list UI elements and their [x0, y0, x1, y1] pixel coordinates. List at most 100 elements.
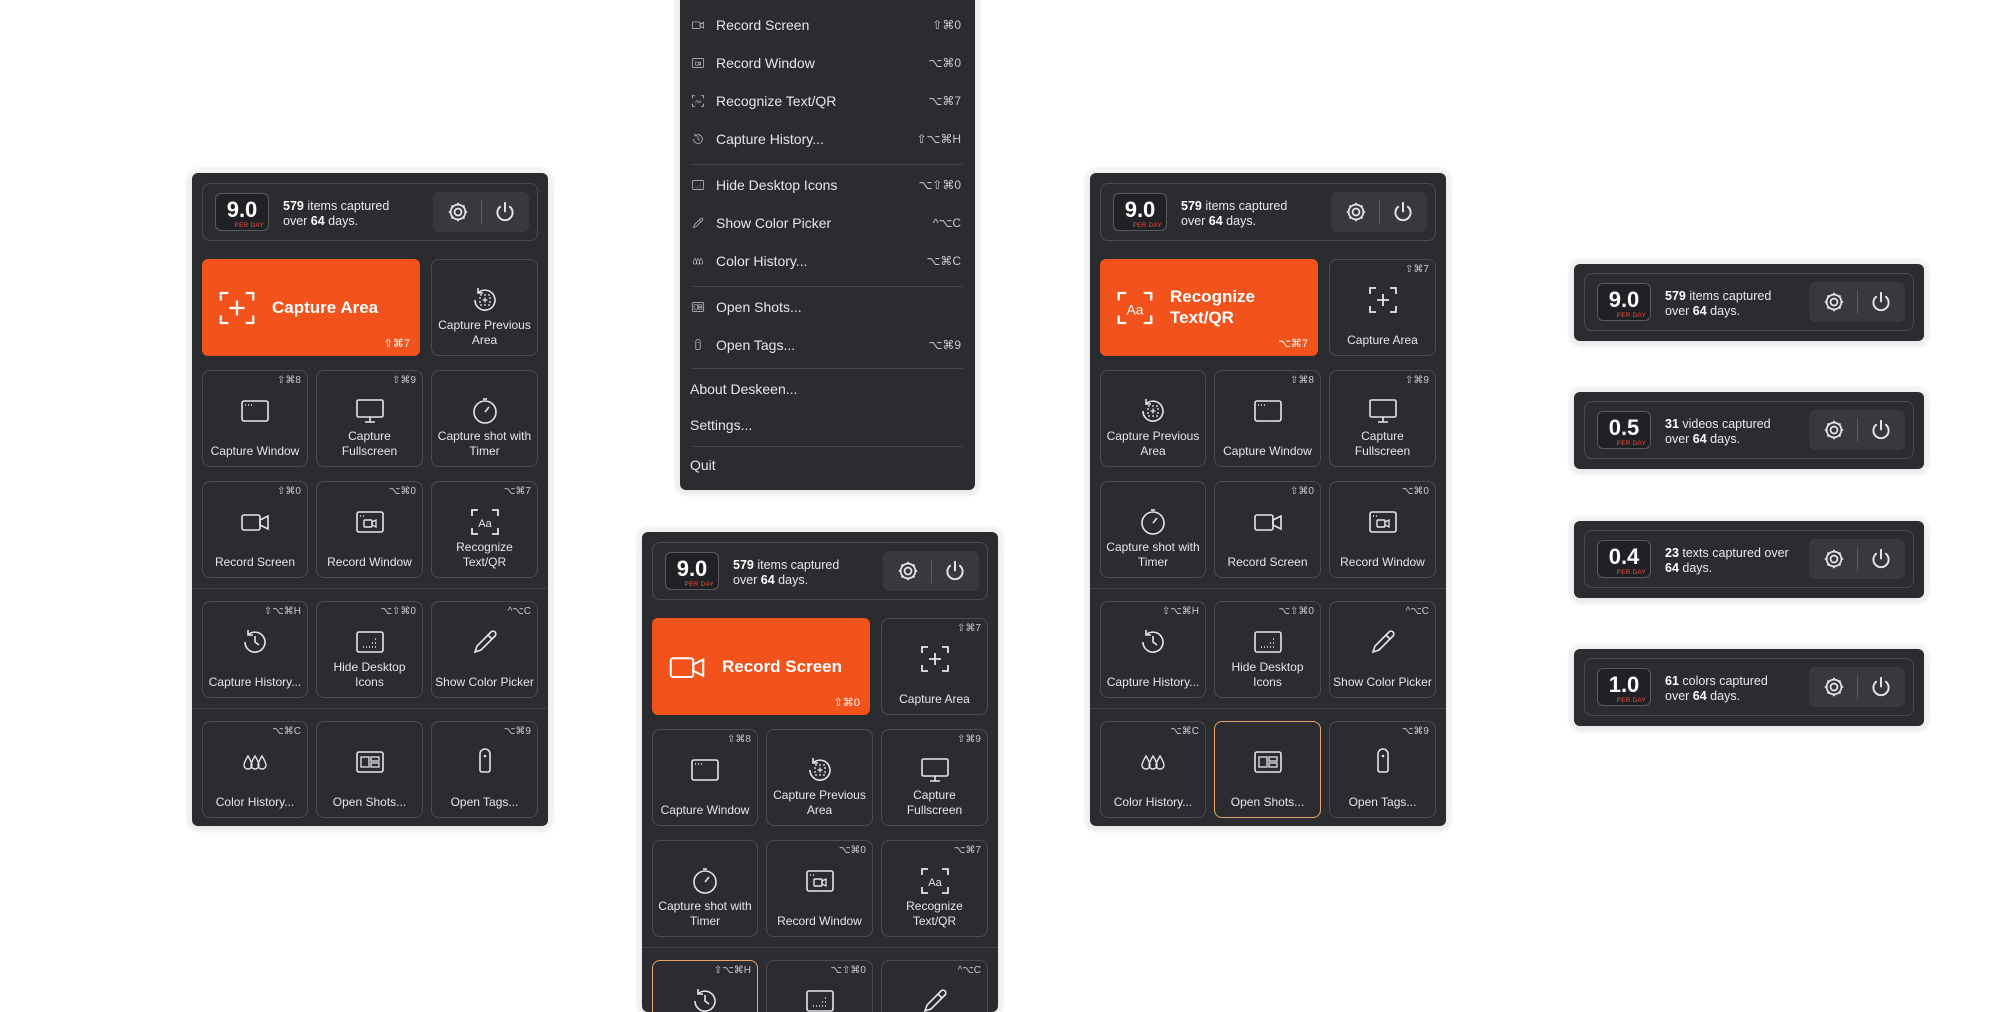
capture-previous-area-button[interactable]: Capture Previous Area: [766, 729, 873, 826]
header-buttons: [1809, 282, 1905, 322]
show-color-picker-button[interactable]: ^⌥C Show Color Picker: [1329, 601, 1436, 698]
capture-timer-button[interactable]: Capture shot with Timer: [1100, 481, 1206, 578]
power-icon[interactable]: [1868, 674, 1894, 700]
capture-fullscreen-button[interactable]: ⇧⌘9 Capture Fullscreen: [1329, 370, 1436, 467]
menu-item-hide-desktop-icons[interactable]: Hide Desktop Icons ⌥⇧⌘0: [690, 174, 965, 198]
power-icon[interactable]: [492, 199, 518, 225]
tile-label: Capture Area: [899, 692, 970, 706]
menu-item-recognize-text[interactable]: Recognize Text/QR ⌥⌘7: [690, 90, 965, 114]
capture-timer-button[interactable]: Capture shot with Timer: [431, 370, 538, 467]
capture-fullscreen-button[interactable]: ⇧⌘9 Capture Fullscreen: [881, 729, 988, 826]
rate-box: 0.5 PER DAY: [1597, 411, 1651, 449]
record-window-button[interactable]: ⌥⌘0 Record Window: [766, 840, 873, 937]
menu-item-quit[interactable]: Quit: [690, 454, 965, 478]
menu-item-record-screen[interactable]: Record Screen ⇧⌘0: [690, 14, 965, 38]
capture-fullscreen-button[interactable]: ⇧⌘9 Capture Fullscreen: [316, 370, 423, 467]
capture-window-button[interactable]: ⇧⌘8 Capture Window: [202, 370, 308, 467]
tag-icon: [1367, 746, 1399, 778]
color-history-button[interactable]: ⌥⌘C Color History...: [202, 721, 308, 818]
record-screen-shortcut: ⇧⌘0: [833, 697, 860, 709]
tile-label: Capture Window: [1223, 444, 1312, 458]
menu-item-capture-history[interactable]: Capture History... ⇧⌥⌘H: [690, 128, 965, 152]
record-screen-button[interactable]: ⇧⌘0 Record Screen: [1214, 481, 1321, 578]
tile-label: Capture Window: [660, 803, 750, 817]
eyedropper-icon: [690, 216, 706, 230]
history-icon: [1137, 626, 1169, 658]
stats-text: 23 texts captured over 64 days.: [1665, 546, 1789, 575]
capture-area-button[interactable]: Capture Area ⇧⌘7: [202, 259, 420, 356]
recognize-text-button[interactable]: Recognize Text/QR ⌥⌘7: [1100, 259, 1318, 356]
video-camera-icon: [1252, 506, 1284, 538]
capture-window-button[interactable]: ⇧⌘8 Capture Window: [1214, 370, 1321, 467]
show-color-picker-button[interactable]: ^⌥C Show Color Picker: [431, 601, 538, 698]
gear-icon[interactable]: [1821, 674, 1847, 700]
stats-header: 9.0 PER DAY 579 items captured over 64 da…: [202, 183, 538, 241]
stat-strip-items: 9.0 PER DAY 579 items captured over 64 day…: [1574, 264, 1924, 341]
gear-icon[interactable]: [1343, 199, 1369, 225]
menu-item-show-color-picker[interactable]: Show Color Picker ^⌥C: [690, 212, 965, 236]
power-icon[interactable]: [1868, 417, 1894, 443]
menu-item-about[interactable]: About Deskeen...: [690, 378, 965, 402]
capture-area-button[interactable]: ⇧⌘7 Capture Area: [1329, 259, 1436, 356]
gear-icon[interactable]: [445, 199, 471, 225]
capture-area-button[interactable]: ⇧⌘7 Capture Area: [881, 618, 988, 715]
record-window-icon: [1367, 506, 1399, 538]
capture-history-button[interactable]: ⇧⌥⌘H Capture History...: [1100, 601, 1206, 698]
capture-history-button[interactable]: ⇧⌥⌘H Capture History...: [202, 601, 308, 698]
tile-label: Hide Desktop Icons: [1231, 660, 1304, 689]
desktop-icon: [690, 178, 706, 192]
capture-previous-area-button[interactable]: Capture Previous Area: [1100, 370, 1206, 467]
menu-item-open-tags[interactable]: Open Tags... ⌥⌘9: [690, 334, 965, 358]
menu-item-settings[interactable]: Settings...: [690, 414, 965, 438]
open-shots-button[interactable]: Open Shots...: [1214, 721, 1321, 818]
tag-icon: [690, 338, 706, 352]
record-window-icon: [354, 506, 386, 538]
tile-label: Record Window: [777, 914, 862, 928]
gear-icon[interactable]: [895, 558, 921, 584]
hide-desktop-icons-button[interactable]: ⌥⇧⌘0 Hide Desktop Icons: [1214, 601, 1321, 698]
tile-label: Capture Fullscreen: [341, 429, 398, 458]
hide-desktop-icons-button[interactable]: ⌥⇧⌘0 Hide Desktop Icons: [316, 601, 423, 698]
open-tags-button[interactable]: ⌥⌘9 Open Tags...: [1329, 721, 1436, 818]
tile-label: Record Screen: [214, 555, 296, 569]
stats-header: 1.0 PER DAY 61 colors captured over 64 day…: [1584, 658, 1914, 716]
menu-item-record-window[interactable]: Record Window ⌥⌘0: [690, 52, 965, 76]
record-screen-button[interactable]: ⇧⌘0 Record Screen: [202, 481, 308, 578]
capture-history-button[interactable]: ⇧⌥⌘H: [652, 960, 758, 1012]
tile-label: Capture Previous Area: [1106, 429, 1200, 458]
text-recognition-icon: [919, 865, 951, 897]
power-icon[interactable]: [1868, 289, 1894, 315]
stats-header: 9.0 PER DAY 579 items captured over 64 day…: [1584, 273, 1914, 331]
rate-box: 0.4 PER DAY: [1597, 540, 1651, 578]
desktop-icon: [1252, 626, 1284, 658]
capture-previous-area-icon: [804, 754, 836, 786]
recognize-text-button[interactable]: ⌥⌘7 Recognize Text/QR: [881, 840, 988, 937]
power-icon[interactable]: [1390, 199, 1416, 225]
record-screen-button[interactable]: Record Screen ⇧⌘0: [652, 618, 870, 715]
color-history-button[interactable]: ⌥⌘C Color History...: [1100, 721, 1206, 818]
recognize-text-button[interactable]: ⌥⌘7 Recognize Text/QR: [431, 481, 538, 578]
tile-label: Capture History...: [208, 675, 302, 689]
gear-icon[interactable]: [1821, 289, 1847, 315]
record-window-button[interactable]: ⌥⌘0 Record Window: [316, 481, 423, 578]
rate-value: 9.0: [1124, 197, 1156, 222]
tile-label: Capture History...: [1106, 675, 1200, 689]
show-color-picker-button[interactable]: ^⌥C: [881, 960, 988, 1012]
stats-header: 9.0 PER DAY 579 items captured over 64 da…: [1100, 183, 1436, 241]
capture-timer-button[interactable]: Capture shot with Timer: [652, 840, 758, 937]
capture-window-button[interactable]: ⇧⌘8 Capture Window: [652, 729, 758, 826]
stats-text: 579 items captured over 64 days.: [283, 199, 390, 228]
power-icon[interactable]: [942, 558, 968, 584]
open-shots-button[interactable]: Open Shots...: [316, 721, 423, 818]
open-tags-button[interactable]: ⌥⌘9 Open Tags...: [431, 721, 538, 818]
gear-icon[interactable]: [1821, 546, 1847, 572]
menu-item-open-shots[interactable]: Open Shots...: [690, 296, 965, 320]
power-icon[interactable]: [1868, 546, 1894, 572]
header-buttons: [1809, 539, 1905, 579]
capture-previous-area-button[interactable]: Capture Previous Area: [431, 259, 538, 356]
stats-header: 9.0 PER DAY 579 items captured over 64 da…: [652, 542, 988, 600]
menu-item-color-history[interactable]: Color History... ⌥⌘C: [690, 250, 965, 274]
gear-icon[interactable]: [1821, 417, 1847, 443]
hide-desktop-icons-button[interactable]: ⌥⇧⌘0: [766, 960, 873, 1012]
record-window-button[interactable]: ⌥⌘0 Record Window: [1329, 481, 1436, 578]
